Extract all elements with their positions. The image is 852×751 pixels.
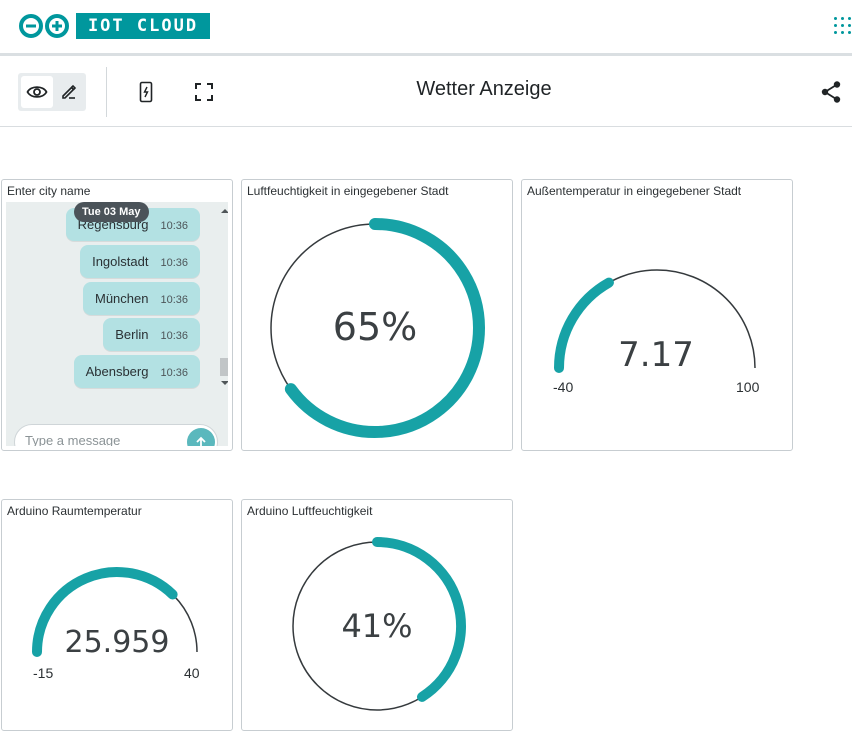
ring-value-label: 65% xyxy=(333,305,417,349)
top-bar: IOT CLOUD xyxy=(0,0,852,56)
dashboard-toolbar: Wetter Anzeige xyxy=(0,59,852,127)
scroll-thumb[interactable] xyxy=(220,358,228,376)
temp-city-widget: Außentemperatur in eingegebener Stadt 7.… xyxy=(521,179,793,451)
chat-message: Abensberg 10:36 xyxy=(73,355,200,388)
ring-value-label: 41% xyxy=(341,607,412,645)
humidity-arduino-ring: 41% xyxy=(292,537,466,711)
chat-scrollbar[interactable] xyxy=(218,202,228,446)
humidity-city-widget: Luftfeuchtigkeit in eingegebener Stadt 6… xyxy=(241,179,513,451)
date-separator: Tue 03 May xyxy=(74,202,149,222)
apps-grid-icon[interactable] xyxy=(834,17,852,35)
gauge-max-label: 40 xyxy=(184,665,200,681)
message-input[interactable] xyxy=(25,433,175,446)
chat-message: Ingolstadt 10:36 xyxy=(80,245,200,278)
scroll-down-icon[interactable] xyxy=(220,378,228,388)
message-input-wrap xyxy=(14,424,218,446)
brand-title: IOT CLOUD xyxy=(76,13,210,39)
gauge-value-arc xyxy=(554,277,614,373)
humidity-city-ring: 65% xyxy=(270,218,485,438)
room-temp-widget: Arduino Raumtemperatur 25.959 -15 40 xyxy=(1,499,233,731)
gauge-min-label: -40 xyxy=(553,379,574,395)
dashboard-title: Wetter Anzeige xyxy=(416,78,552,100)
chat-messages[interactable]: Regensburg 10:36 Tue 03 May Ingolstadt 10:… xyxy=(6,202,228,446)
scroll-up-icon[interactable] xyxy=(220,206,228,216)
share-button[interactable] xyxy=(820,80,842,104)
room-temp-gauge: 25.959 xyxy=(32,567,198,660)
arrow-up-icon xyxy=(196,436,206,446)
widget-title: Enter city name xyxy=(7,184,91,198)
send-button[interactable] xyxy=(187,428,215,446)
chat-widget: Enter city name Regensburg 10:36 Tue 03 M… xyxy=(1,179,233,451)
chat-message: München 10:36 xyxy=(82,282,200,315)
gauge-value-label: 25.959 xyxy=(65,625,170,660)
arduino-logo-icon[interactable] xyxy=(18,13,70,39)
chat-message: Berlin 10:36 xyxy=(103,318,200,351)
share-icon xyxy=(821,81,841,103)
gauge-value-label: 7.17 xyxy=(618,335,694,375)
humidity-arduino-widget: Arduino Luftfeuchtigkeit 41% xyxy=(241,499,513,731)
temp-city-gauge: 7.17 xyxy=(554,269,756,375)
gauge-max-label: 100 xyxy=(736,379,760,395)
gauge-min-label: -15 xyxy=(33,665,54,681)
